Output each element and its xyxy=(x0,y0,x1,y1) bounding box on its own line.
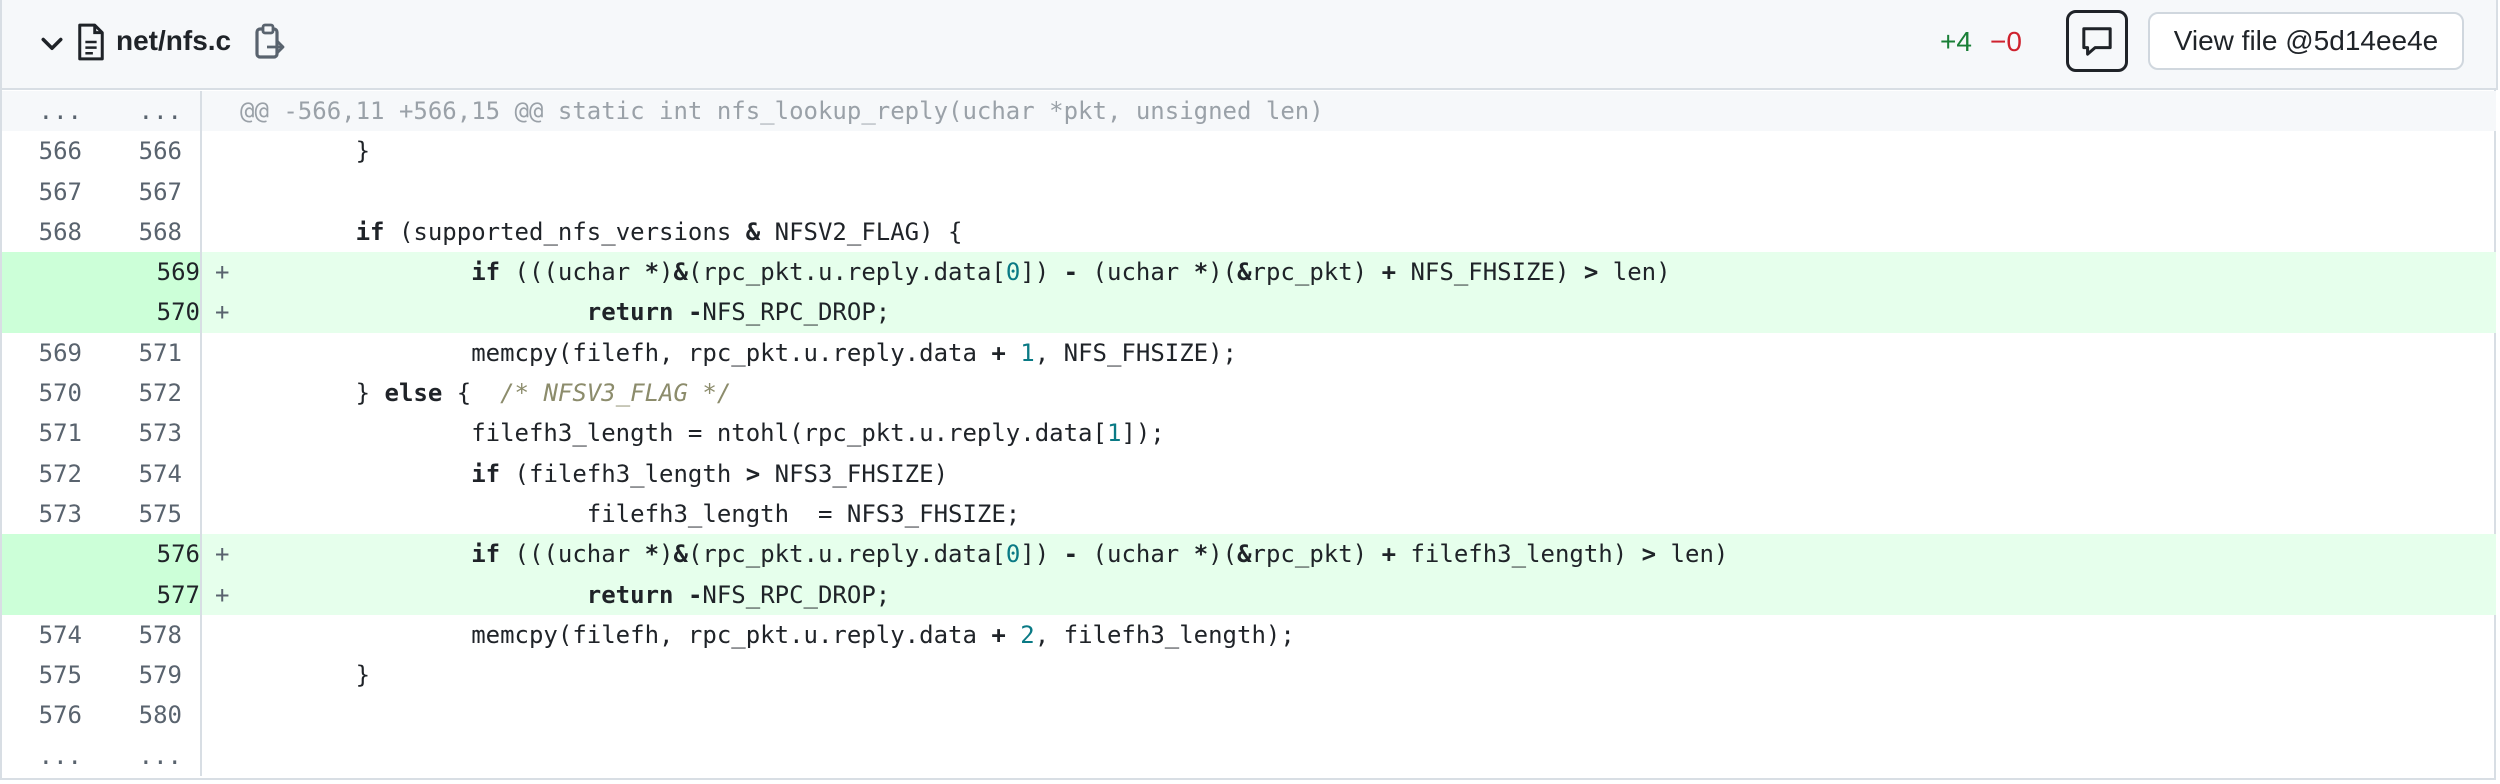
context-line-row: 567 567 xyxy=(2,171,2496,212)
context-line-row: 566 566 } xyxy=(2,131,2496,172)
old-line-number[interactable]: 569 xyxy=(2,333,82,373)
context-line-row: 574 578 memcpy(filefh, rpc_pkt.u.reply.da… xyxy=(2,614,2496,656)
comment-icon xyxy=(2082,27,2112,56)
context-line-row: 576 580 xyxy=(2,695,2496,736)
old-line-number[interactable]: 575 xyxy=(2,655,82,695)
code-line: return -NFS_RPC_DROP; xyxy=(586,298,891,327)
new-line-number[interactable]: 574 xyxy=(102,454,182,494)
code-line: } xyxy=(240,137,371,166)
code-line: if (((uchar *)&(rpc_pkt.u.reply.data[0])… xyxy=(471,540,1729,569)
deletions-count: −0 xyxy=(1990,26,2022,57)
file-icon xyxy=(78,23,104,61)
view-file-button[interactable]: View file @5d14ee4e xyxy=(2148,12,2464,70)
added-marker: + xyxy=(215,580,230,609)
new-line-number[interactable]: 573 xyxy=(102,413,182,453)
new-line-number[interactable]: 575 xyxy=(102,494,182,534)
file-name[interactable]: net/nfs.c xyxy=(116,21,231,61)
old-line-number[interactable]: 572 xyxy=(2,454,82,494)
context-line-row: 573 575 filefh3_length = NFS3_FHSIZE; xyxy=(2,493,2496,535)
old-line-number[interactable] xyxy=(2,574,102,615)
copy-icon[interactable] xyxy=(252,23,286,63)
added-line-row: 569 + if (((uchar *)&(rpc_pkt.u.reply.dat… xyxy=(2,252,2496,293)
file-header: net/nfs.c +4 −0 View file @5d14ee4e xyxy=(0,0,2498,90)
new-line-number[interactable]: 567 xyxy=(102,172,182,212)
old-line-number[interactable] xyxy=(2,252,102,293)
code-line: if (filefh3_length > NFS3_FHSIZE) xyxy=(471,459,949,488)
hunk-header: @@ -566,11 +566,15 @@ static int nfs_loo… xyxy=(240,97,1324,125)
old-line-number[interactable]: 571 xyxy=(2,413,82,453)
added-line-row: 576 + if (((uchar *)&(rpc_pkt.u.reply.dat… xyxy=(2,534,2496,575)
code-line: filefh3_length = NFS3_FHSIZE; xyxy=(240,499,1021,528)
expand-row: ... ... xyxy=(2,735,2496,777)
hunk-header-row: ... ... @@ -566,11 +566,15 @@ static int… xyxy=(2,91,2496,132)
new-line-number[interactable]: 570 xyxy=(102,292,200,333)
old-line-number[interactable]: 570 xyxy=(2,373,82,413)
code-line: if (((uchar *)&(rpc_pkt.u.reply.data[0])… xyxy=(471,258,1671,287)
context-line-row: 575 579 } xyxy=(2,655,2496,696)
context-line-row: 569 571 memcpy(filefh, rpc_pkt.u.reply.da… xyxy=(2,332,2496,374)
comment-button[interactable] xyxy=(2066,10,2128,72)
old-line-number[interactable] xyxy=(2,534,102,575)
code-line: if (supported_nfs_versions & NFSV2_FLAG)… xyxy=(355,217,963,246)
context-line-row: 570 572 } else { /* NFSV3_FLAG */ xyxy=(2,373,2496,414)
diff-table: ... ... @@ -566,11 +566,15 @@ static int… xyxy=(2,91,2496,777)
context-line-row: 568 568 if (supported_nfs_versions & NFSV… xyxy=(2,211,2496,253)
code-line: memcpy(filefh, rpc_pkt.u.reply.data + 1,… xyxy=(240,338,1238,367)
old-line-number[interactable]: 568 xyxy=(2,212,82,252)
new-line-number[interactable]: 572 xyxy=(102,373,182,413)
added-line-row: 570 + return -NFS_RPC_DROP; xyxy=(2,292,2496,333)
expand-up-old[interactable]: ... xyxy=(2,91,82,131)
code-line: } else { /* NFSV3_FLAG */ xyxy=(240,379,732,408)
code-line: filefh3_length = ntohl(rpc_pkt.u.reply.d… xyxy=(240,419,1165,448)
new-line-number[interactable]: 578 xyxy=(102,615,182,655)
expand-up-new[interactable]: ... xyxy=(102,91,182,131)
old-line-number[interactable]: 576 xyxy=(2,695,82,735)
added-marker: + xyxy=(215,258,230,287)
code-line: return -NFS_RPC_DROP; xyxy=(586,580,891,609)
old-line-number[interactable]: 567 xyxy=(2,172,82,212)
code-line: } xyxy=(240,661,371,690)
new-line-number[interactable]: 569 xyxy=(102,252,200,293)
added-marker: + xyxy=(215,540,230,569)
new-line-number[interactable]: 571 xyxy=(102,333,182,373)
context-line-row: 571 573 filefh3_length = ntohl(rpc_pkt.u.… xyxy=(2,413,2496,454)
new-line-number[interactable]: 577 xyxy=(102,574,200,615)
old-line-number[interactable]: 566 xyxy=(2,131,82,171)
context-line-row: 572 574 if (filefh3_length > NFS3_FHSIZE) xyxy=(2,453,2496,494)
added-marker: + xyxy=(215,298,230,327)
expand-down-old[interactable]: ... xyxy=(2,736,82,776)
old-line-number[interactable]: 573 xyxy=(2,494,82,534)
added-line-row: 577 + return -NFS_RPC_DROP; xyxy=(2,574,2496,615)
additions-count: +4 xyxy=(1940,26,1972,57)
expand-down-new[interactable]: ... xyxy=(102,736,182,776)
new-line-number[interactable]: 580 xyxy=(102,695,182,735)
new-line-number[interactable]: 568 xyxy=(102,212,182,252)
old-line-number[interactable]: 574 xyxy=(2,615,82,655)
new-line-number[interactable]: 579 xyxy=(102,655,182,695)
new-line-number[interactable]: 576 xyxy=(102,534,200,575)
code-line: memcpy(filefh, rpc_pkt.u.reply.data + 2,… xyxy=(240,620,1295,649)
old-line-number[interactable] xyxy=(2,292,102,333)
chevron-down-icon[interactable] xyxy=(38,29,66,57)
new-line-number[interactable]: 566 xyxy=(102,131,182,171)
